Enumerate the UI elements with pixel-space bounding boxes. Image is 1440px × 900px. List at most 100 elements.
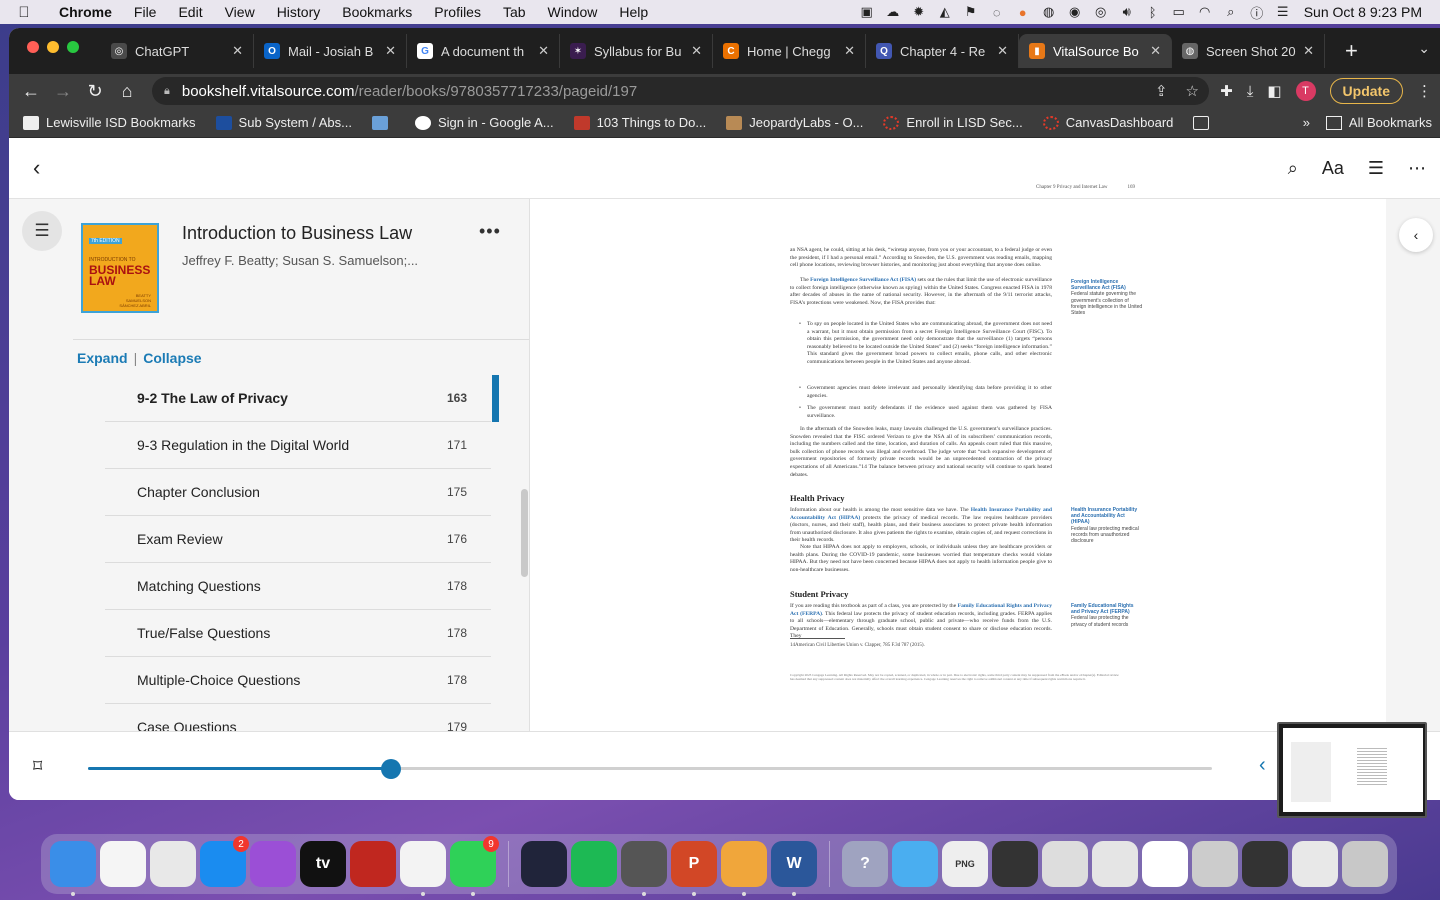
recent-thumb-7-icon[interactable] (1292, 841, 1338, 887)
keynote-icon[interactable] (721, 841, 767, 896)
chrome-menu-icon[interactable]: ⋮ (1417, 82, 1432, 100)
address-bar[interactable]: 🔒︎ bookshelf.vitalsource.com/reader/book… (152, 77, 1209, 105)
key-term[interactable]: Foreign Intelligence Surveillance Act (F… (810, 277, 916, 283)
new-tab-icon[interactable]: + (1345, 38, 1358, 68)
podcasts-icon[interactable] (250, 841, 296, 887)
recent-thumb-2-icon[interactable] (1042, 841, 1088, 887)
bookmark-item[interactable]: 103 Things to Do... (573, 115, 706, 130)
toc-item[interactable]: 9-2 The Law of Privacy 163 (105, 375, 499, 422)
toc-item[interactable]: True/False Questions 178 (105, 610, 491, 657)
spotlight-icon[interactable]: ⌕ (1218, 4, 1244, 20)
bluetooth-icon[interactable]: ᛒ (1140, 5, 1166, 20)
apple-menu-icon[interactable]:  (0, 4, 48, 21)
collapse-button[interactable]: Collapse (143, 350, 201, 366)
robot-icon[interactable]: ◉ (1062, 4, 1088, 20)
bookmark-item[interactable]: Sign in - Google A... (415, 115, 554, 130)
finder-icon[interactable] (50, 841, 96, 896)
close-tab-icon[interactable]: ✕ (538, 43, 549, 59)
flag-icon[interactable]: ⚑ (958, 4, 984, 20)
menu-file[interactable]: File (123, 4, 168, 20)
orange-circle-icon[interactable]: ● (1010, 5, 1036, 20)
webex-icon[interactable] (521, 841, 567, 887)
control-center-icon[interactable]: ☰ (1270, 4, 1296, 20)
menu-clock[interactable]: Sun Oct 8 9:23 PM (1296, 4, 1440, 20)
share-icon[interactable]: ⇪ (1155, 82, 1168, 100)
menu-app-name[interactable]: Chrome (48, 4, 123, 20)
menu-tab[interactable]: Tab (492, 4, 537, 20)
photos-icon[interactable] (100, 841, 146, 887)
more-options-icon[interactable]: ⋯ (1408, 158, 1426, 179)
toc-item[interactable]: Chapter Conclusion 175 (105, 469, 491, 516)
tab-screenshot[interactable]: ◍ Screen Shot 20 ✕ (1172, 34, 1325, 68)
chrome-icon[interactable] (400, 841, 446, 896)
next-page-chevron-icon[interactable]: ‹ (1399, 218, 1433, 252)
bookmark-item[interactable]: CanvasDashboard (1042, 115, 1173, 130)
toc-toggle-icon[interactable]: ☰ (22, 211, 62, 251)
download-icon[interactable]: ⤓ (1247, 83, 1254, 100)
vpn-icon[interactable]: ◍ (1036, 4, 1062, 20)
bookmark-item[interactable] (372, 115, 395, 130)
app-status-icon[interactable]: ◭ (932, 4, 958, 20)
folder-icon[interactable] (892, 841, 938, 887)
apple-tv-icon[interactable]: tv (300, 841, 346, 887)
bookmarks-overflow-icon[interactable]: » (1303, 115, 1310, 130)
site-info-icon[interactable]: 🔒︎ (164, 85, 170, 98)
extensions-icon[interactable]: ✚ (1220, 82, 1233, 100)
recent-thumb-3-icon[interactable] (1092, 841, 1138, 887)
airdrop-icon[interactable]: ◎ (1088, 4, 1114, 20)
app-store-icon[interactable]: 2 (200, 836, 249, 887)
menu-view[interactable]: View (214, 4, 266, 20)
system-utility-icon[interactable] (621, 841, 667, 896)
screenshot-thumbnail-preview[interactable] (1277, 722, 1427, 818)
png-file-icon[interactable]: PNG (942, 841, 988, 887)
tab-vitalsource[interactable]: ▮ VitalSource Bo ✕ (1019, 34, 1172, 68)
bookmark-item[interactable]: Enroll in LISD Sec... (883, 115, 1023, 130)
paw-icon[interactable]: ◌ (984, 5, 1010, 20)
tab-chegg[interactable]: C Home | Chegg ✕ (713, 34, 866, 68)
close-tab-icon[interactable]: ✕ (997, 43, 1008, 59)
close-window-icon[interactable] (27, 41, 39, 53)
acrobat-icon[interactable] (350, 841, 396, 887)
minimize-window-icon[interactable] (47, 41, 59, 53)
reload-icon[interactable]: ↻ (79, 81, 111, 102)
forward-arrow-icon[interactable]: → (47, 81, 79, 102)
close-tab-icon[interactable]: ✕ (844, 43, 855, 59)
bookmark-star-icon[interactable]: ☆ (1186, 82, 1199, 100)
menu-window[interactable]: Window (537, 4, 609, 20)
menu-history[interactable]: History (266, 4, 332, 20)
home-icon[interactable]: ⌂ (111, 81, 143, 102)
tab-chatgpt[interactable]: ◎ ChatGPT ✕ (101, 34, 254, 68)
toc-item[interactable]: Case Questions 179 (105, 704, 491, 731)
all-bookmarks-button[interactable]: All Bookmarks (1325, 115, 1432, 130)
launchpad-icon[interactable] (150, 841, 196, 887)
toc-item[interactable]: 9-3 Regulation in the Digital World 171 (105, 422, 491, 469)
tab-mail[interactable]: O Mail - Josiah B ✕ (254, 34, 407, 68)
toc-item[interactable]: Exam Review 176 (105, 516, 491, 563)
close-tab-icon[interactable]: ✕ (691, 43, 702, 59)
trash-icon[interactable] (1342, 841, 1388, 887)
recent-thumb-4-icon[interactable] (1142, 841, 1188, 887)
previous-page-chevron-icon[interactable]: ‹ (1259, 754, 1266, 777)
update-button[interactable]: Update (1329, 78, 1403, 104)
reading-progress-track[interactable] (88, 767, 1212, 770)
bookmarks-list-icon[interactable]: ☰ (1368, 158, 1384, 179)
toc-item[interactable]: Multiple-Choice Questions 178 (105, 657, 491, 704)
search-icon[interactable]: ⌕ (1288, 158, 1298, 179)
sun-icon[interactable]: ✹ (906, 4, 932, 20)
menu-edit[interactable]: Edit (167, 4, 213, 20)
status-menu-icon[interactable]: ▣ (854, 4, 880, 20)
toc-scrollbar[interactable] (521, 489, 528, 577)
close-tab-icon[interactable]: ✕ (1150, 43, 1161, 59)
menu-bookmarks[interactable]: Bookmarks (331, 4, 423, 20)
reading-progress-handle[interactable] (381, 759, 402, 779)
bookmark-folder[interactable] (1193, 115, 1216, 130)
wifi-icon[interactable]: ◠ (1192, 4, 1218, 20)
recent-thumb-5-icon[interactable] (1192, 841, 1238, 887)
text-size-icon[interactable]: Aa (1322, 158, 1344, 179)
volume-icon[interactable]: 🔊︎ (1114, 4, 1140, 20)
bookmark-page-icon[interactable]: ⌑ (33, 756, 42, 777)
close-tab-icon[interactable]: ✕ (1303, 43, 1314, 59)
tab-syllabus[interactable]: ✶ Syllabus for Bu ✕ (560, 34, 713, 68)
zoom-window-icon[interactable] (67, 41, 79, 53)
book-more-icon[interactable]: ••• (479, 221, 501, 242)
